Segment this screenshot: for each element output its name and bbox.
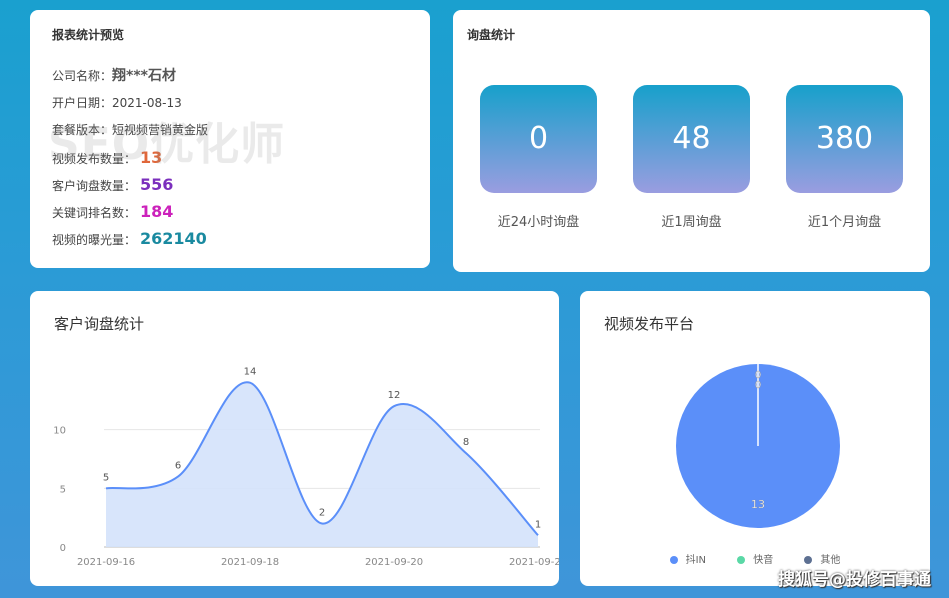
legend-label-douyin: 抖IN	[685, 555, 707, 566]
x-tick-label: 2021-09-22	[509, 557, 559, 568]
company-row: 公司名称：翔***石材	[52, 63, 408, 90]
inquiry-title: 询盘统计	[467, 28, 516, 42]
pie-slice-label: 0	[755, 380, 761, 391]
x-tick-label: 2021-09-18	[221, 557, 279, 568]
y-tick-label: 10	[53, 426, 66, 437]
legend-label-kuaiyin: 快音	[753, 555, 774, 566]
report-overview-card: SEO优化师 报表统计预览 公司名称：翔***石材 开户日期：2021-08-1…	[30, 10, 430, 268]
tile-month[interactable]: 380 近1个月询盘	[786, 85, 903, 230]
data-label: 14	[244, 367, 257, 378]
video-count-value: 13	[140, 148, 163, 167]
x-tick-label: 2021-09-16	[77, 557, 135, 568]
inquiry-count-value: 556	[140, 175, 174, 194]
pie-legend: 抖IN 快音 其他	[580, 551, 930, 566]
data-label: 12	[388, 390, 401, 401]
video-count-row: 视频发布数量： 13	[52, 144, 408, 171]
company-value: 翔***石材	[112, 68, 176, 84]
keyword-rank-row: 关键词排名数： 184	[52, 198, 408, 225]
tile-24h-value: 0	[480, 85, 597, 193]
line-chart: 0 5 10 2021-09-16 2021-09-18 2021-09-20 2021-0…	[53, 367, 559, 568]
pie-slice-label: 13	[751, 498, 765, 511]
data-label: 8	[463, 437, 469, 448]
inquiry-stats-card: 询盘统计 0 近24小时询盘 48 近1周询盘 380 近1个月询盘	[453, 10, 930, 272]
tile-month-label: 近1个月询盘	[807, 215, 882, 230]
legend-dot-douyin	[669, 556, 678, 564]
data-label: 5	[103, 472, 109, 483]
exposure-label: 视频的曝光量：	[52, 233, 137, 247]
tile-24h[interactable]: 0 近24小时询盘	[480, 85, 597, 230]
package-row: 套餐版本：短视频营销黄金版	[52, 117, 408, 144]
sohu-watermark: 搜狐号@投修百事通	[778, 570, 931, 590]
y-tick-label: 5	[60, 484, 66, 495]
legend-item-other[interactable]: 其他	[804, 551, 840, 566]
legend-dot-kuaiyin	[737, 556, 746, 564]
y-tick-label: 0	[60, 543, 66, 554]
inquiry-line-chart-card: 客户询盘统计 0 5 10 2021-09-16 2021-09-18 2021-09-2…	[30, 291, 559, 586]
data-label: 2	[319, 508, 325, 519]
tile-24h-label: 近24小时询盘	[497, 215, 580, 230]
tile-week[interactable]: 48 近1周询盘	[633, 85, 750, 230]
report-info-list: 公司名称：翔***石材 开户日期：2021-08-13 套餐版本：短视频营销黄金…	[52, 63, 408, 252]
inquiry-count-label: 客户询盘数量：	[52, 179, 137, 193]
tile-week-label: 近1周询盘	[661, 215, 722, 230]
data-label: 6	[175, 461, 181, 472]
open-date-label: 开户日期：	[52, 96, 113, 110]
data-label: 1	[535, 519, 541, 530]
exposure-row: 视频的曝光量： 262140	[52, 225, 408, 252]
x-tick-label: 2021-09-20	[365, 557, 423, 568]
tile-month-value: 380	[786, 85, 903, 193]
keyword-rank-label: 关键词排名数：	[52, 206, 137, 220]
package-value: 短视频营销黄金版	[112, 123, 209, 137]
video-count-label: 视频发布数量：	[52, 152, 137, 166]
report-title: 报表统计预览	[52, 28, 125, 42]
legend-dot-other	[804, 556, 813, 564]
platform-pie-chart-card: 视频发布平台 0 0 13 抖IN 快音 其他	[580, 291, 930, 586]
legend-item-douyin[interactable]: 抖IN	[669, 551, 707, 566]
keyword-rank-value: 184	[140, 202, 174, 221]
area-fill	[106, 382, 538, 547]
open-date-row: 开户日期：2021-08-13	[52, 90, 408, 117]
inquiry-count-row: 客户询盘数量： 556	[52, 171, 408, 198]
package-label: 套餐版本：	[52, 123, 113, 137]
tile-week-value: 48	[633, 85, 750, 193]
legend-item-kuaiyin[interactable]: 快音	[737, 551, 773, 566]
pie-chart: 0013	[676, 364, 840, 528]
exposure-value: 262140	[140, 229, 207, 248]
company-label: 公司名称：	[52, 69, 113, 83]
open-date-value: 2021-08-13	[112, 96, 182, 110]
